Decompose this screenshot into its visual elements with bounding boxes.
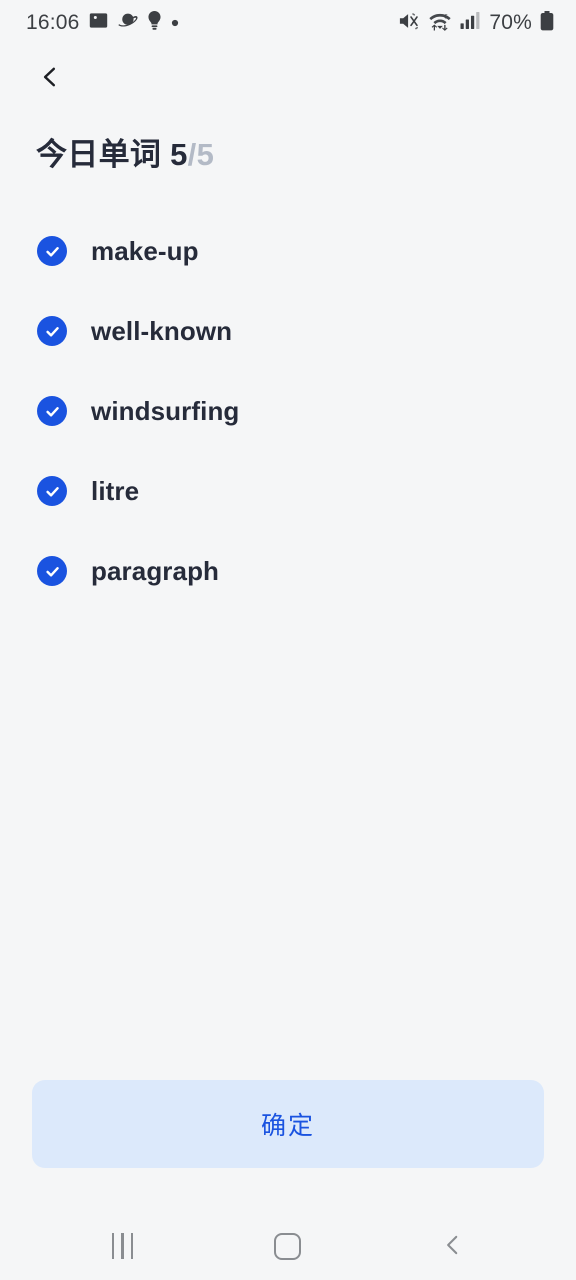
dot-icon xyxy=(171,14,179,32)
status-bar-left: 16:06 xyxy=(26,11,179,35)
word-label: make-up xyxy=(91,235,199,266)
word-count-total: 5 xyxy=(196,137,215,172)
check-icon[interactable] xyxy=(37,476,67,507)
check-icon[interactable] xyxy=(37,236,67,267)
recents-button[interactable] xyxy=(88,1218,158,1274)
saturn-icon xyxy=(117,11,138,35)
check-icon[interactable] xyxy=(37,396,67,427)
word-list-item[interactable]: well-known xyxy=(0,291,576,371)
word-list-item[interactable]: litre xyxy=(0,451,576,531)
check-icon[interactable] xyxy=(37,556,67,587)
wifi-transfer-icon: 6 xyxy=(428,11,452,36)
mute-icon xyxy=(398,11,420,36)
app-top-bar xyxy=(0,46,576,110)
check-icon[interactable] xyxy=(37,316,67,347)
recents-icon xyxy=(111,1233,134,1259)
word-list-item[interactable]: make-up xyxy=(0,211,576,291)
word-list: make-up well-known windsurfing litre par… xyxy=(0,211,576,611)
back-button[interactable] xyxy=(28,56,72,100)
word-count-done: 5 xyxy=(170,137,188,172)
system-back-button[interactable] xyxy=(418,1218,488,1274)
page-title: 今日单词 5/5 xyxy=(36,136,576,173)
battery-icon xyxy=(540,10,554,36)
word-label: litre xyxy=(91,475,140,506)
word-label: well-known xyxy=(91,315,233,346)
battery-percent-label: 70% xyxy=(489,11,532,34)
home-button[interactable] xyxy=(253,1218,323,1274)
system-navigation-bar xyxy=(0,1212,576,1280)
word-list-item[interactable]: paragraph xyxy=(0,531,576,611)
back-icon xyxy=(440,1232,466,1261)
status-bar-right: 6 70% xyxy=(398,10,554,36)
word-label: paragraph xyxy=(91,555,220,586)
chevron-left-icon xyxy=(37,64,63,93)
home-icon xyxy=(274,1232,302,1260)
word-count-separator: / xyxy=(187,137,197,172)
confirm-button-container: 确定 xyxy=(0,1080,576,1168)
status-bar: 16:06 6 70% xyxy=(0,0,576,46)
svg-text:6: 6 xyxy=(445,13,449,20)
page-title-text: 今日单词 xyxy=(36,137,162,172)
word-list-item[interactable]: windsurfing xyxy=(0,371,576,451)
cellular-signal-icon xyxy=(460,11,481,35)
lightbulb-icon xyxy=(147,11,162,35)
word-label: windsurfing xyxy=(91,395,240,426)
status-clock: 16:06 xyxy=(26,11,80,34)
confirm-button[interactable]: 确定 xyxy=(32,1080,544,1168)
image-icon xyxy=(89,11,108,35)
